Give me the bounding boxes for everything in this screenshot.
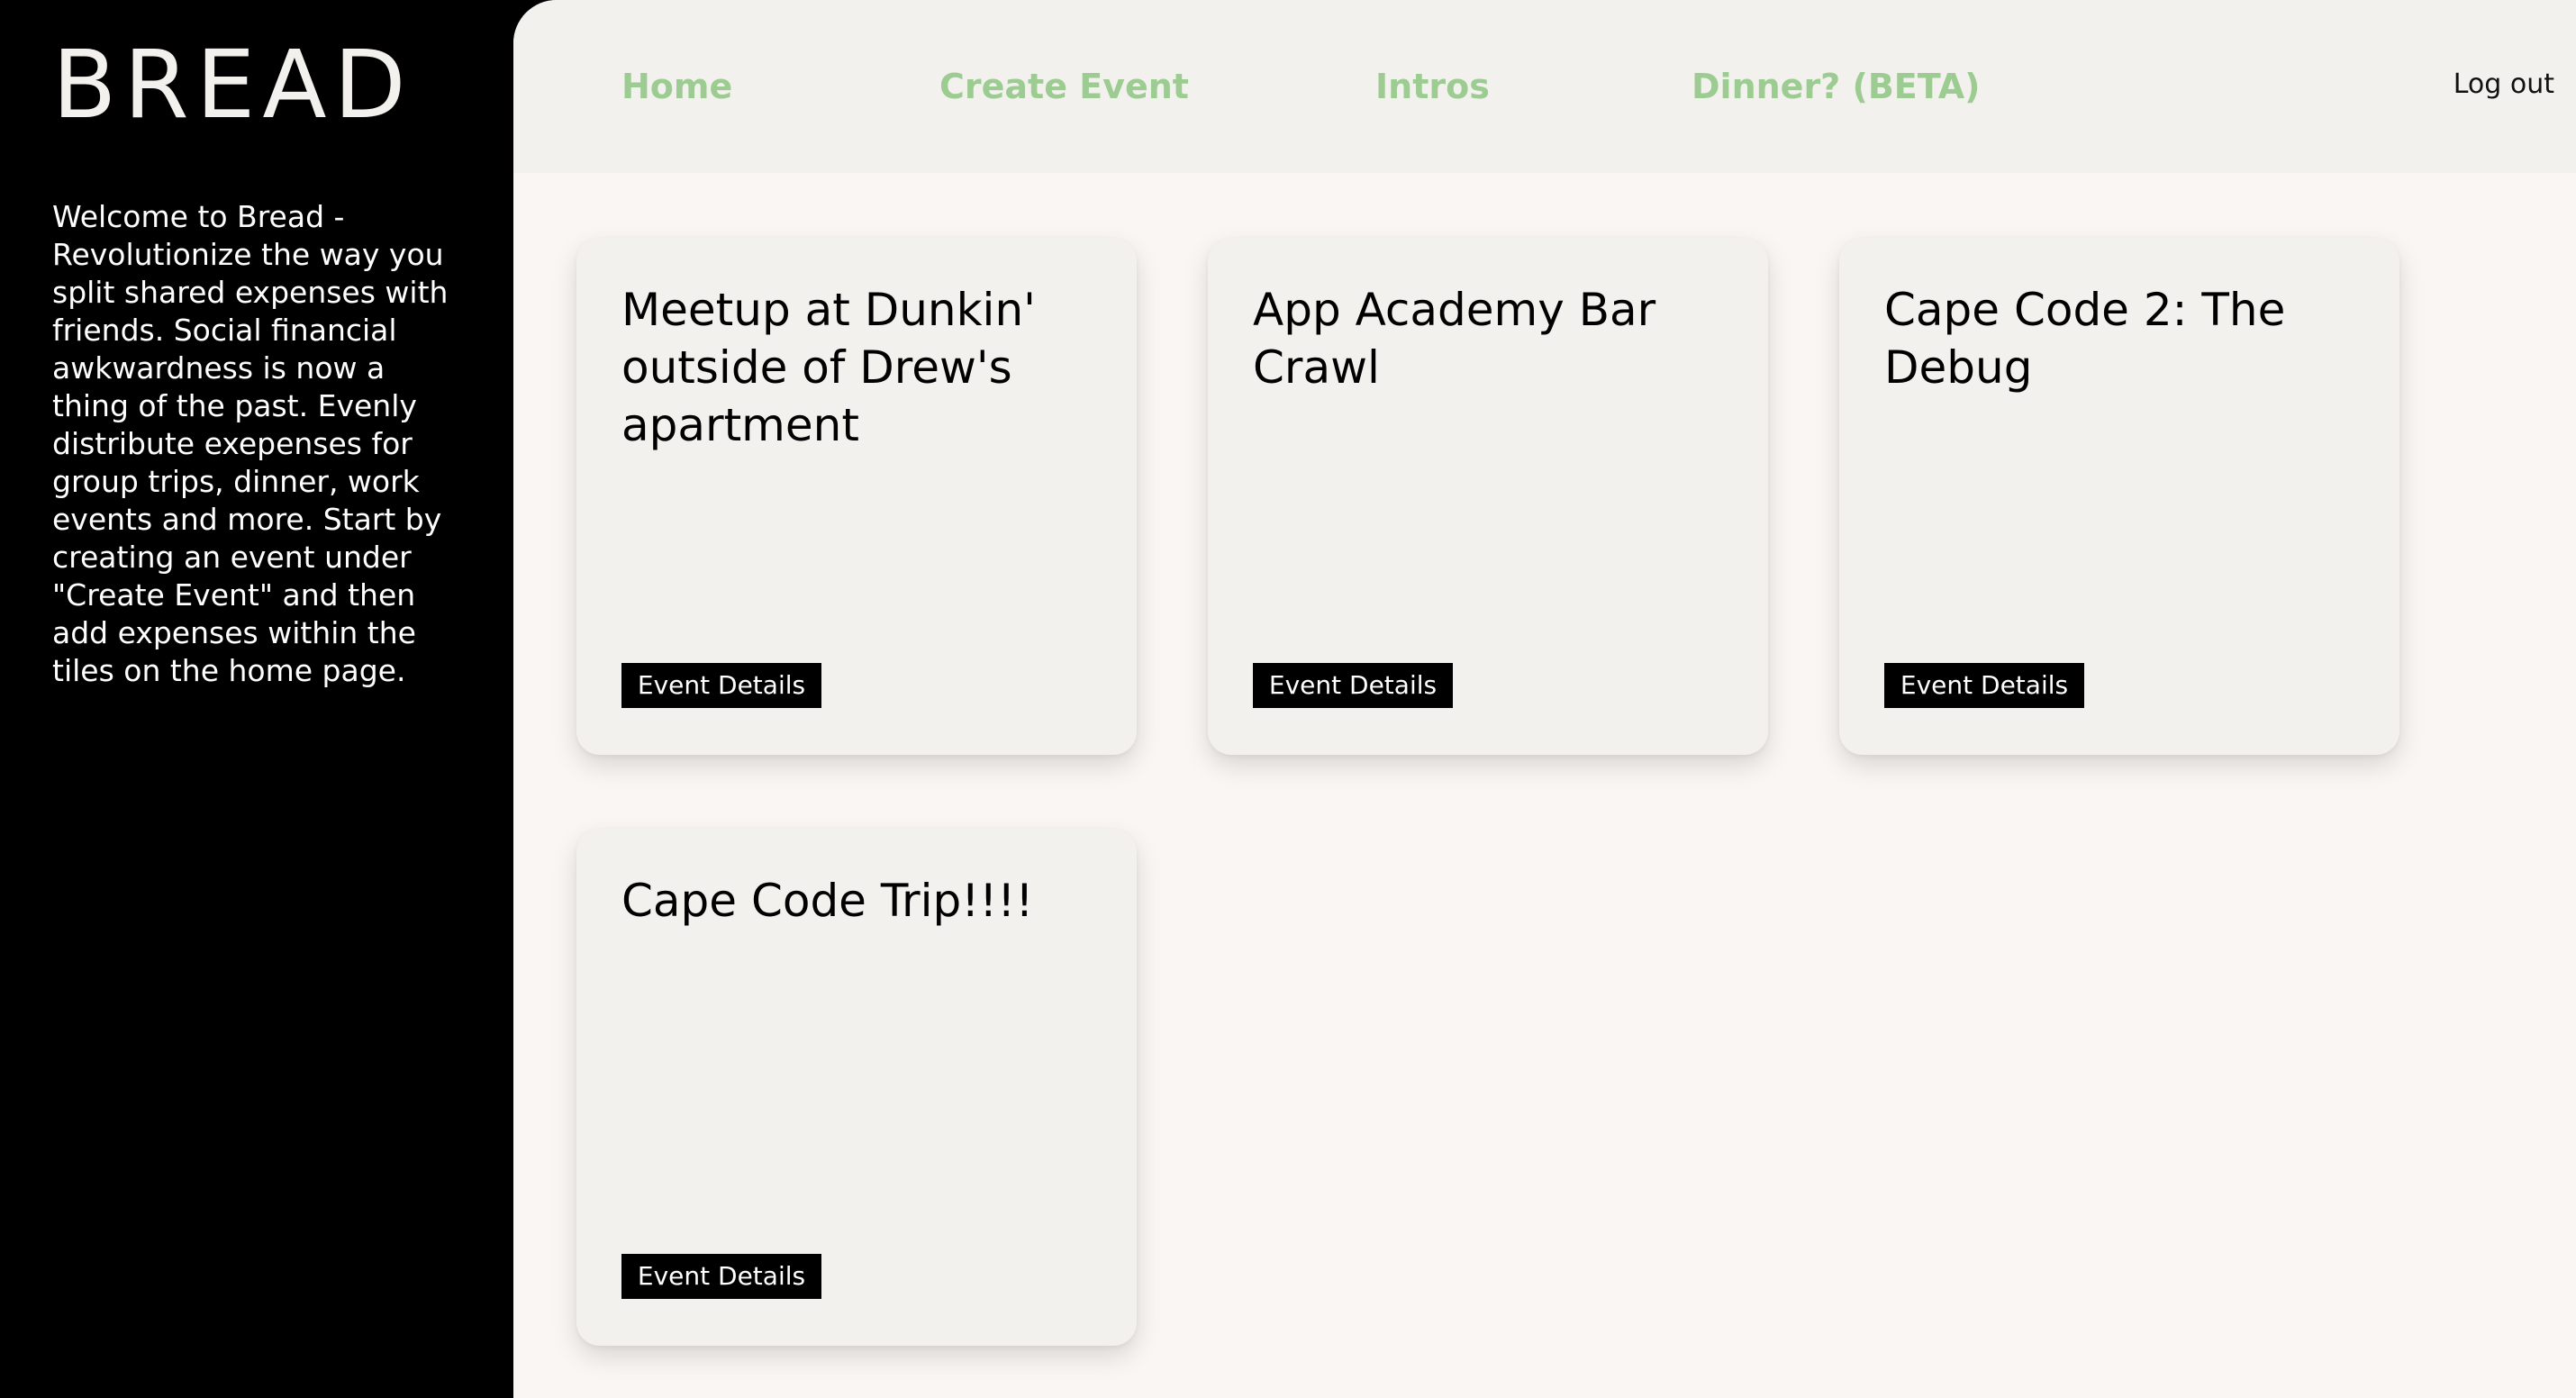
event-title: App Academy Bar Crawl [1253,284,1656,394]
main-content: Home Create Event Intros Dinner? (BETA) … [513,0,2576,1398]
nav-dinner-beta-link[interactable]: Dinner? (BETA) [1692,65,1981,108]
event-details-button[interactable]: Event Details [621,663,821,708]
nav-create-event-link[interactable]: Create Event [939,65,1189,108]
event-title: Meetup at Dunkin' outside of Drew's apar… [621,284,1036,451]
logout-button[interactable]: Log out [2454,67,2554,103]
top-nav: Home Create Event Intros Dinner? (BETA) … [513,0,2576,173]
nav-intros-link[interactable]: Intros [1375,65,1490,108]
bread-logo[interactable]: BREAD [52,38,413,132]
event-card: Cape Code 2: The Debug Event Details [1839,238,2399,755]
welcome-text: Welcome to Bread - Revolutionize the way… [52,199,449,688]
event-card: App Academy Bar Crawl Event Details [1208,238,1768,755]
event-details-button[interactable]: Event Details [1884,663,2084,708]
event-details-button[interactable]: Event Details [621,1254,821,1299]
event-title: Cape Code 2: The Debug [1884,284,2286,394]
event-card: Cape Code Trip!!!! Event Details [576,829,1137,1346]
event-details-button[interactable]: Event Details [1253,663,1453,708]
sidebar: BREAD Welcome to Bread - Revolutionize t… [0,0,513,1398]
event-title: Cape Code Trip!!!! [621,875,1034,927]
nav-home-link[interactable]: Home [621,65,732,108]
event-card: Meetup at Dunkin' outside of Drew's apar… [576,238,1137,755]
